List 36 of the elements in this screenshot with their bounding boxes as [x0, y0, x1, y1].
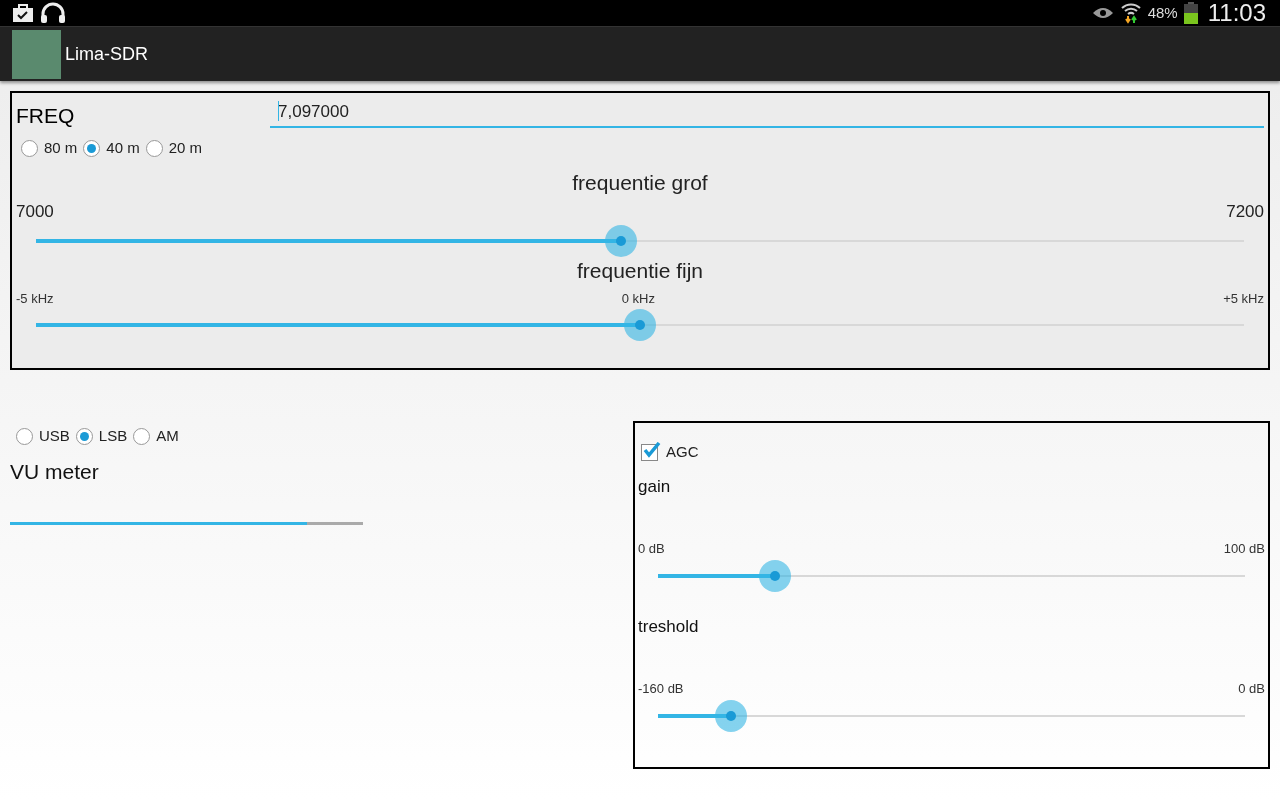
eye-icon	[1091, 6, 1114, 20]
battery-percent: 48%	[1147, 2, 1178, 23]
battery-icon	[1183, 2, 1198, 24]
briefcase-check-icon	[12, 3, 34, 23]
range-mid-label: 0 kHz	[621, 289, 655, 308]
wifi-icon	[1119, 2, 1142, 24]
app-title: Lima-SDR	[65, 42, 148, 66]
range-max-label: +5 kHz	[1223, 289, 1264, 308]
slider-title: gain	[638, 476, 671, 496]
slider-thumb[interactable]	[759, 559, 792, 592]
slider-title: frequentie fijn	[576, 259, 704, 282]
range-max-label: 7200	[1226, 200, 1264, 223]
frequency-input[interactable]: 7,097000	[270, 97, 1264, 128]
vu-meter-label: VU meter	[10, 460, 99, 483]
slider-thumb[interactable]	[714, 699, 747, 732]
slider-title: frequentie grof	[572, 171, 708, 194]
range-min-label: 0 dB	[638, 540, 665, 558]
band-radio[interactable]: 80 m	[21, 137, 78, 159]
range-max-label: 100 dB	[1223, 540, 1265, 558]
mode-radio[interactable]: LSB	[75, 426, 128, 446]
checkmark-icon	[643, 441, 661, 458]
mode-radio[interactable]: AM	[133, 426, 179, 446]
range-min-label: -5 kHz	[16, 289, 54, 308]
band-radio[interactable]: 20 m	[145, 137, 203, 159]
headphones-icon	[40, 2, 66, 24]
slider-thumb[interactable]	[624, 309, 656, 341]
clock: 11:03	[1207, 0, 1266, 28]
band-radio[interactable]: 40 m	[83, 137, 140, 159]
slider-thumb[interactable]	[604, 225, 637, 257]
slider-title: treshold	[638, 616, 699, 636]
range-max-label: 0 dB	[1238, 680, 1265, 698]
mode-radio[interactable]: USB	[16, 426, 70, 446]
freq-label: FREQ	[16, 103, 76, 129]
range-min-label: -160 dB	[638, 680, 684, 698]
range-min-label: 7000	[16, 200, 54, 223]
agc-checkbox[interactable]: AGC	[641, 441, 1265, 464]
